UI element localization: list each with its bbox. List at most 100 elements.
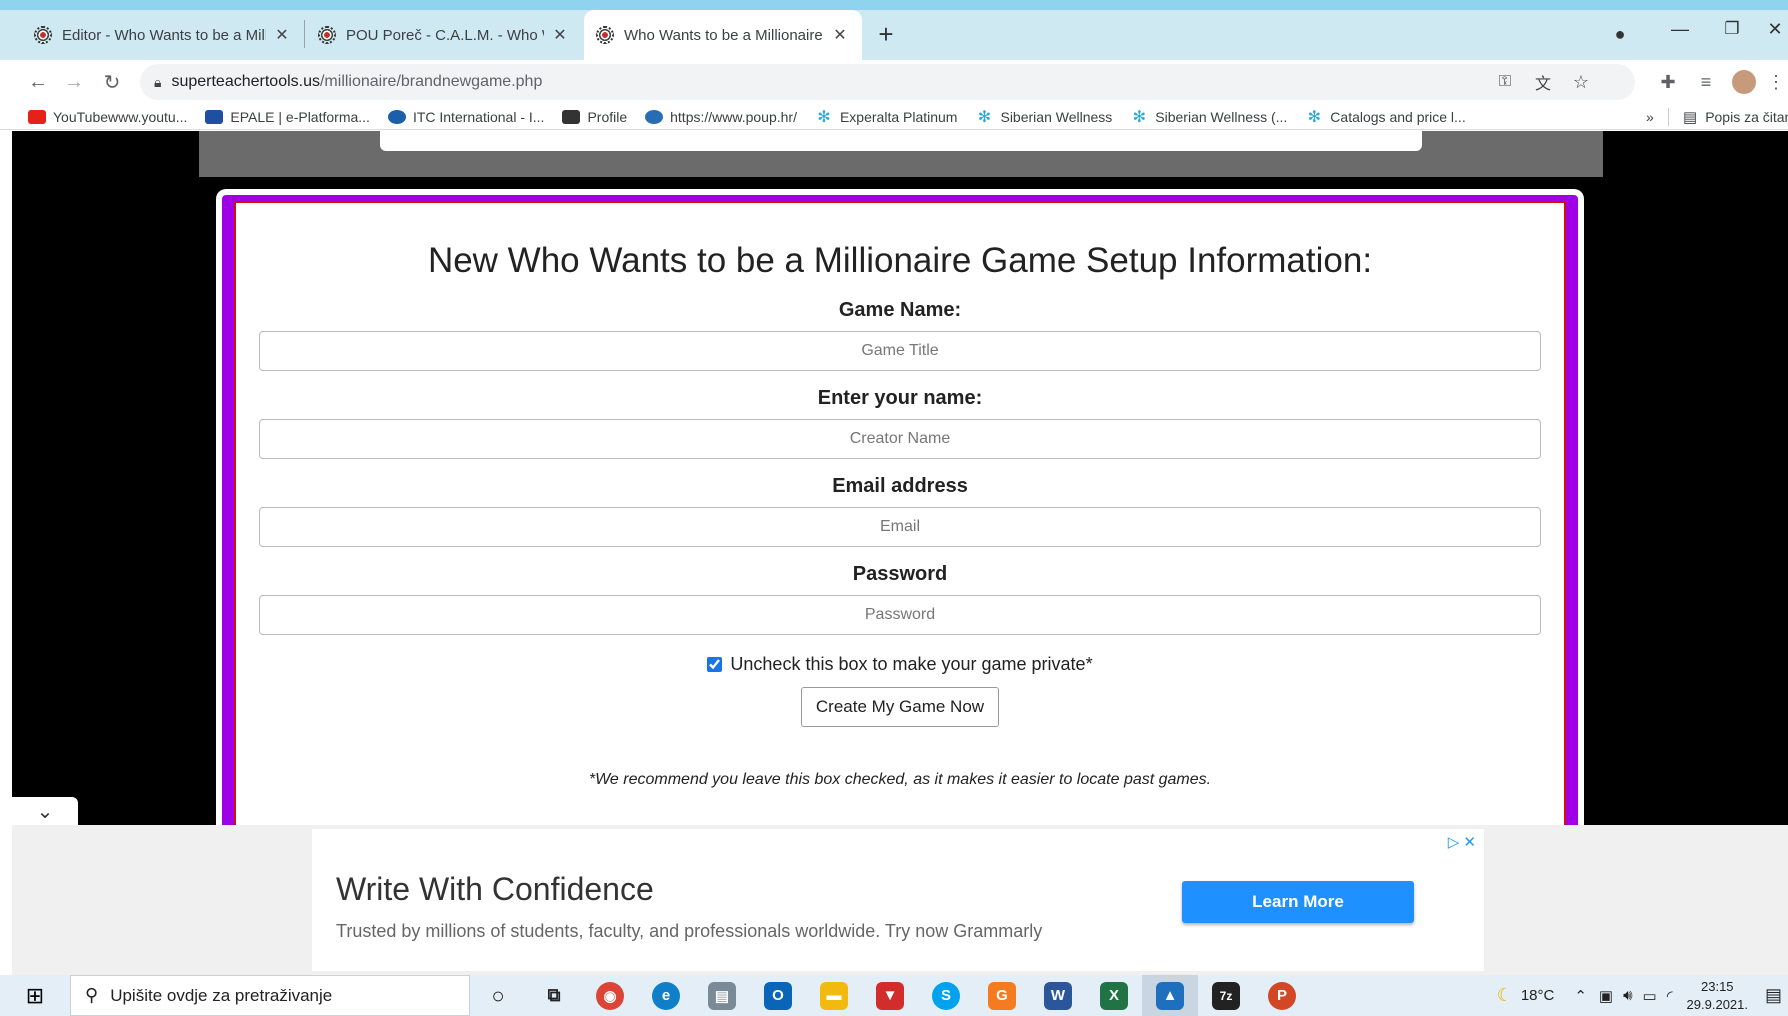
game-name-label: Game Name: [838, 299, 962, 321]
tab-active-millionaire[interactable]: Who Wants to be a Millionaire St ✕ [584, 10, 862, 60]
poup-icon [645, 109, 664, 124]
key-icon[interactable]: ⚿ [1499, 73, 1511, 91]
create-game-button[interactable]: Create My Game Now [800, 687, 1000, 727]
star-icon[interactable]: ☆ [1573, 72, 1589, 93]
bookmark-label: https://www.poup.hr/ [670, 108, 797, 125]
extensions-icon[interactable]: ✚ [1652, 66, 1684, 98]
chrome-icon[interactable]: ◉ [582, 975, 638, 1016]
notifications-icon[interactable]: ▤ [1765, 985, 1782, 1006]
tab-strip: Editor - Who Wants to be a Millio ✕ POU … [0, 0, 1788, 60]
public-checkbox-label: Uncheck this box to make your game priva… [730, 654, 1093, 674]
moon-weather-icon[interactable]: ☾ [1497, 985, 1513, 1006]
email-label: Email address [832, 475, 968, 497]
bookmark-profile[interactable]: Profile [562, 109, 627, 125]
setup-form: New Who Wants to be a Millionaire Game S… [234, 201, 1566, 825]
tab-title: Editor - Who Wants to be a Millio [62, 26, 266, 44]
page-title: New Who Wants to be a Millionaire Game S… [427, 241, 1373, 280]
public-checkbox-row[interactable]: Uncheck this box to make your game priva… [236, 654, 1564, 675]
ad-banner[interactable]: ▷ ✕ Write With Confidence Trusted by mil… [312, 829, 1484, 971]
volume-icon[interactable]: 🔊︎ [1623, 987, 1632, 1004]
snowflake-icon: ✻ [817, 108, 831, 126]
close-icon[interactable]: ✕ [550, 25, 570, 45]
excel-icon[interactable]: X [1086, 975, 1142, 1016]
forward-arrow-icon[interactable]: → [58, 66, 90, 98]
bookmark-experalta[interactable]: ✻ Experalta Platinum [815, 108, 957, 126]
chevron-up-icon[interactable]: ⌃ [1574, 987, 1587, 1005]
lock-icon: 🔒︎ [154, 73, 162, 90]
ad-choices-icon[interactable]: ▷ ✕ [1448, 833, 1476, 851]
app-g-icon[interactable]: G [974, 975, 1030, 1016]
graduation-cap-icon [562, 109, 581, 124]
tab-search-icon[interactable]: ● [1608, 22, 1632, 46]
bookmark-siberian-wellness-2[interactable]: ✻ Siberian Wellness (... [1130, 108, 1288, 126]
itc-icon [387, 109, 406, 124]
clock[interactable]: 23:15 29.9.2021. [1687, 978, 1748, 1014]
tab-separator [304, 20, 305, 48]
7zip-icon[interactable]: 7z [1198, 975, 1254, 1016]
search-placeholder: Upišite ovdje za pretraživanje [110, 985, 333, 1005]
browser-toolbar: ← → ↻ 🔒︎ superteachertools.us/millionair… [0, 60, 1788, 104]
powerpoint-icon[interactable]: P [1254, 975, 1310, 1016]
top-card [380, 131, 1422, 151]
edge-icon[interactable]: e [638, 975, 694, 1016]
url-path: /millionaire/brandnewgame.php [319, 73, 543, 90]
back-arrow-icon[interactable]: ← [22, 66, 54, 98]
task-view-icon[interactable]: ⧉ [526, 975, 582, 1016]
temperature[interactable]: 18°C [1521, 987, 1555, 1004]
avatar[interactable] [1728, 66, 1760, 98]
taskbar-search-box[interactable]: ⚲ Upišite ovdje za pretraživanje [70, 975, 470, 1016]
bookmark-epale[interactable]: EPALE | e-Platforma... [205, 109, 370, 125]
bookmark-label: YouTubewww.youtu... [53, 108, 188, 125]
media-icon[interactable]: ≡ [1690, 66, 1722, 98]
windows-start-icon[interactable]: ⊞ [0, 975, 70, 1016]
reload-icon[interactable]: ↻ [96, 66, 128, 98]
photos-icon[interactable]: ▲ [1142, 975, 1198, 1016]
popcorn-icon[interactable]: ▼ [862, 975, 918, 1016]
snowflake-icon: ✻ [977, 108, 992, 126]
system-tray: ☾ 18°C ⌃ ▣ 🔊︎ ▭ ◜ 23:15 29.9.2021. ▤ [1497, 975, 1788, 1016]
tab-pou-porec[interactable]: POU Poreč - C.A.L.M. - Who Wan ✕ [306, 10, 582, 60]
new-tab-button[interactable]: + [870, 18, 902, 50]
close-window-icon[interactable]: ✕ [1762, 14, 1788, 44]
bookmarks-overflow-button[interactable]: » [1646, 109, 1654, 125]
close-icon[interactable]: ✕ [272, 25, 292, 45]
minimize-icon[interactable]: — [1660, 14, 1700, 44]
chevron-down-icon[interactable]: ⌄ [12, 797, 78, 825]
bookmark-label: EPALE | e-Platforma... [230, 108, 370, 125]
game-name-input[interactable] [259, 331, 1541, 371]
cortana-icon[interactable]: ○ [470, 975, 526, 1016]
skype-icon[interactable]: S [918, 975, 974, 1016]
bookmark-itc[interactable]: ITC International - I... [387, 109, 544, 125]
public-checkbox[interactable] [707, 657, 723, 672]
bookmark-label: Siberian Wellness [1000, 108, 1113, 125]
clock-time: 23:15 [1701, 978, 1734, 994]
translate-icon[interactable]: 文 [1535, 70, 1551, 94]
meet-icon[interactable]: ▣ [1599, 987, 1613, 1005]
battery-icon[interactable]: ▭ [1643, 987, 1657, 1005]
menu-icon[interactable]: ⋮ [1764, 66, 1788, 98]
word-icon[interactable]: W [1030, 975, 1086, 1016]
reading-list-button[interactable]: ▤ Popis za čitanje [1668, 107, 1788, 126]
bookmark-youtube[interactable]: YouTubewww.youtu... [28, 109, 187, 125]
password-field[interactable] [259, 595, 1541, 635]
bookmark-siberian-wellness[interactable]: ✻ Siberian Wellness [975, 108, 1113, 126]
creator-name-input[interactable] [259, 419, 1541, 459]
outlook-icon[interactable]: O [750, 975, 806, 1016]
ad-title: Write With Confidence [336, 871, 654, 907]
millionaire-favicon-icon [596, 26, 614, 44]
bookmark-poup[interactable]: https://www.poup.hr/ [645, 109, 797, 125]
close-icon[interactable]: ✕ [830, 25, 850, 45]
file-explorer-icon[interactable]: ▬ [806, 975, 862, 1016]
bookmark-label: Siberian Wellness (... [1155, 108, 1288, 125]
wifi-icon[interactable]: ◜ [1667, 987, 1673, 1005]
printer-icon[interactable]: ▤ [694, 975, 750, 1016]
setup-frame: New Who Wants to be a Millionaire Game S… [216, 189, 1584, 825]
bookmark-catalogs[interactable]: ✻ Catalogs and price l... [1305, 108, 1466, 126]
restore-icon[interactable]: ❐ [1712, 14, 1752, 44]
snowflake-icon: ✻ [1307, 108, 1321, 126]
email-field[interactable] [259, 507, 1541, 547]
learn-more-button[interactable]: Learn More [1182, 881, 1414, 923]
tab-editor[interactable]: Editor - Who Wants to be a Millio ✕ [22, 10, 304, 60]
url-domain: superteachertools.us [171, 73, 320, 90]
address-bar[interactable]: 🔒︎ superteachertools.us/millionaire/bran… [140, 64, 1635, 100]
